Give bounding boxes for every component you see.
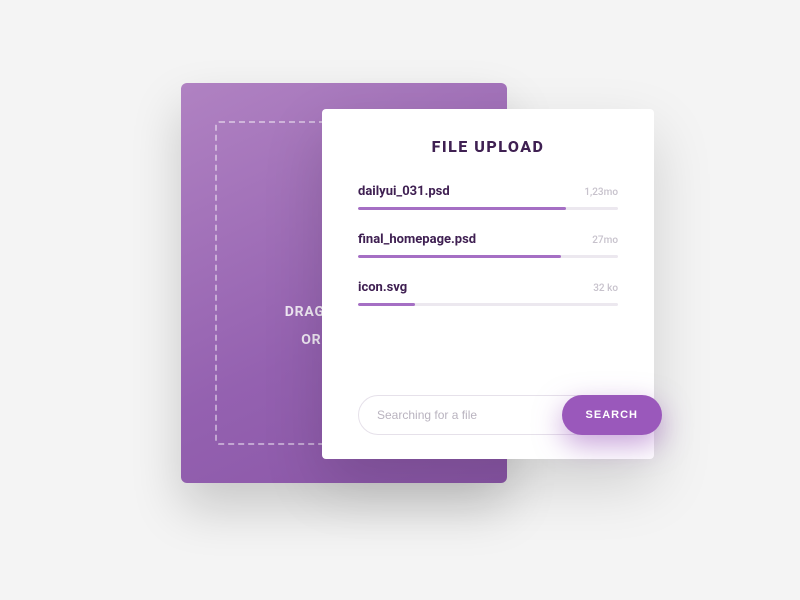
progress-track	[358, 207, 618, 210]
file-size: 32 ko	[593, 283, 618, 294]
file-name: dailyui_031.psd	[358, 184, 450, 199]
progress-fill	[358, 303, 415, 306]
upload-card: FILE UPLOAD dailyui_031.psd 1,23mo final…	[322, 109, 654, 459]
file-row: icon.svg 32 ko	[358, 280, 618, 306]
file-size: 1,23mo	[584, 187, 618, 198]
progress-fill	[358, 255, 561, 258]
progress-track	[358, 255, 618, 258]
progress-fill	[358, 207, 566, 210]
file-size: 27mo	[592, 235, 618, 246]
file-row: dailyui_031.psd 1,23mo	[358, 184, 618, 210]
file-row: final_homepage.psd 27mo	[358, 232, 618, 258]
upload-title: FILE UPLOAD	[358, 137, 618, 156]
search-button[interactable]: SEARCH	[562, 395, 662, 435]
file-name: icon.svg	[358, 280, 407, 295]
progress-track	[358, 303, 618, 306]
search-row: SEARCH	[358, 395, 618, 435]
file-name: final_homepage.psd	[358, 232, 476, 247]
